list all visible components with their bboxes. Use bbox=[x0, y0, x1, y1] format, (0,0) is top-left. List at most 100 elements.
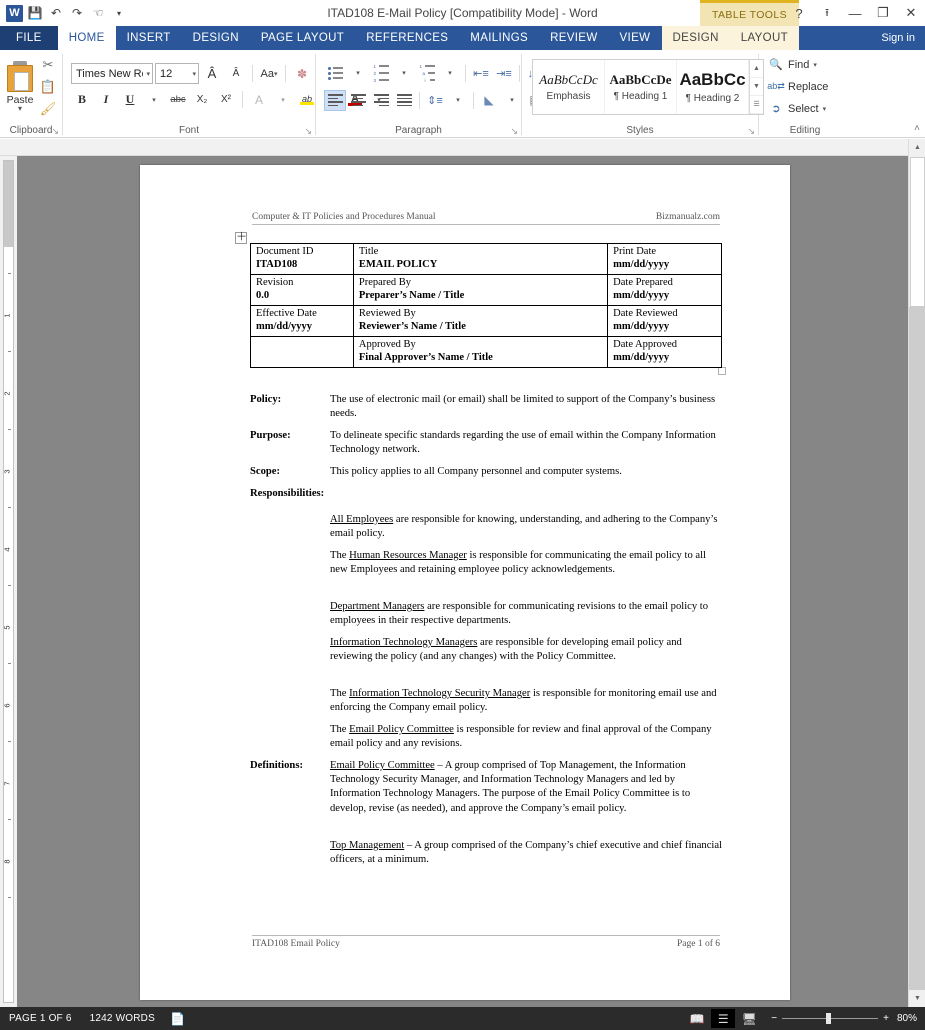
find-button[interactable]: 🔍 Find ▾ bbox=[765, 54, 820, 76]
select-button[interactable]: ➲ Select ▾ bbox=[765, 98, 829, 120]
styles-dialog-launcher[interactable]: ↘ bbox=[747, 124, 755, 139]
table-row[interactable]: Document ID ITAD108 Title EMAIL POLICY P… bbox=[250, 243, 722, 275]
tab-page-layout[interactable]: PAGE LAYOUT bbox=[250, 26, 355, 50]
page-header[interactable]: Computer & IT Policies and Procedures Ma… bbox=[252, 212, 720, 225]
responsibility-item-3[interactable]: Information Technology Managers are resp… bbox=[250, 636, 722, 664]
vertical-scrollbar[interactable]: ▲ ▼ bbox=[908, 139, 925, 1007]
minimize-button[interactable]: — bbox=[841, 0, 869, 26]
find-caret-icon[interactable]: ▾ bbox=[813, 61, 817, 69]
grow-font-icon[interactable]: Â bbox=[201, 63, 223, 85]
table-cell-prepared-by[interactable]: Prepared By Preparer’s Name / Title bbox=[352, 274, 609, 306]
vertical-ruler-band[interactable]: 1 2 3 4 5 6 7 8 bbox=[3, 160, 14, 1003]
clear-formatting-icon[interactable]: ✽ bbox=[291, 63, 313, 85]
font-name-combo[interactable]: Times New Rc ▾ bbox=[71, 63, 153, 84]
subscript-button[interactable]: X₂ bbox=[191, 89, 213, 111]
table-cell-date-prepared[interactable]: Date Prepared mm/dd/yyyy bbox=[607, 274, 722, 306]
decrease-indent-icon[interactable]: ⇤≡ bbox=[470, 62, 492, 84]
responsibility-item-4[interactable]: The Information Technology Security Mana… bbox=[250, 687, 722, 715]
vertical-ruler[interactable]: 1 2 3 4 5 6 7 8 bbox=[0, 156, 17, 1007]
numbered-list-icon[interactable]: 123 bbox=[370, 62, 392, 84]
table-row[interactable]: Revision 0.0 Prepared By Preparer’s Name… bbox=[250, 274, 722, 306]
underline-button[interactable]: U bbox=[119, 89, 141, 111]
restore-button[interactable]: ❐ bbox=[869, 0, 897, 26]
style-item-emphasis[interactable]: AaBbCcDc Emphasis bbox=[533, 59, 605, 114]
responsibility-item-1[interactable]: The Human Resources Manager is responsib… bbox=[250, 549, 722, 577]
justify-icon[interactable] bbox=[393, 90, 415, 111]
table-cell-print-date[interactable]: Print Date mm/dd/yyyy bbox=[607, 243, 722, 275]
font-size-combo[interactable]: 12 ▾ bbox=[155, 63, 199, 84]
read-mode-icon[interactable]: 📖 bbox=[685, 1009, 709, 1028]
cut-icon[interactable]: ✂ bbox=[37, 55, 59, 75]
align-center-icon[interactable] bbox=[347, 90, 369, 111]
web-layout-icon[interactable]: 🖥 bbox=[737, 1009, 761, 1028]
table-cell-empty[interactable] bbox=[250, 336, 354, 368]
tab-home[interactable]: HOME bbox=[57, 26, 116, 50]
tab-references[interactable]: REFERENCES bbox=[355, 26, 459, 50]
numbering-caret-icon[interactable]: ▾ bbox=[393, 62, 415, 84]
help-button[interactable]: ? bbox=[785, 0, 813, 26]
section-definitions[interactable]: Definitions: Email Policy Committee – A … bbox=[250, 759, 722, 816]
zoom-track[interactable] bbox=[782, 1013, 879, 1024]
section-scope[interactable]: Scope: This policy applies to all Compan… bbox=[250, 465, 722, 479]
print-layout-icon[interactable]: ☰ bbox=[711, 1009, 736, 1028]
highlight-color-icon[interactable]: ab bbox=[296, 89, 318, 111]
paste-dropdown-caret-icon[interactable]: ▾ bbox=[18, 105, 22, 113]
strikethrough-button[interactable]: abc bbox=[167, 89, 189, 111]
table-cell-date-reviewed[interactable]: Date Reviewed mm/dd/yyyy bbox=[607, 305, 722, 337]
replace-button[interactable]: ab⇄ Replace bbox=[765, 76, 831, 98]
underline-caret-icon[interactable]: ▾ bbox=[143, 89, 165, 111]
shading-caret-icon[interactable]: ▾ bbox=[501, 89, 523, 111]
sign-in-link[interactable]: Sign in bbox=[881, 26, 921, 50]
responsibility-item-0[interactable]: All Employees are responsible for knowin… bbox=[250, 513, 722, 541]
document-canvas[interactable]: Computer & IT Policies and Procedures Ma… bbox=[17, 156, 908, 1007]
align-right-icon[interactable] bbox=[370, 90, 392, 111]
tab-table-design[interactable]: DESIGN bbox=[662, 26, 730, 50]
style-item-heading-2[interactable]: AaBbCc ¶ Heading 2 bbox=[677, 59, 749, 114]
text-effects-caret-icon[interactable]: ▾ bbox=[272, 89, 294, 111]
tab-table-layout[interactable]: LAYOUT bbox=[730, 26, 799, 50]
shrink-font-icon[interactable]: Â bbox=[225, 63, 247, 85]
style-item-heading-1[interactable]: AaBbCcDе ¶ Heading 1 bbox=[605, 59, 677, 114]
bullet-caret-icon[interactable]: ▾ bbox=[347, 62, 369, 84]
tab-view[interactable]: VIEW bbox=[609, 26, 662, 50]
select-caret-icon[interactable]: ▾ bbox=[823, 105, 827, 113]
table-move-handle-icon[interactable]: ＋ bbox=[235, 232, 247, 244]
shading-icon[interactable]: ◣ bbox=[478, 89, 500, 111]
table-cell-title[interactable]: Title EMAIL POLICY bbox=[352, 243, 609, 275]
tab-file[interactable]: FILE bbox=[0, 26, 58, 50]
responsibility-item-2[interactable]: Department Managers are responsible for … bbox=[250, 600, 722, 628]
bold-button[interactable]: B bbox=[71, 89, 93, 111]
table-cell-revision[interactable]: Revision 0.0 bbox=[250, 274, 354, 306]
clipboard-dialog-launcher[interactable]: ↘ bbox=[51, 124, 59, 139]
document-info-table[interactable]: Document ID ITAD108 Title EMAIL POLICY P… bbox=[250, 243, 722, 368]
line-spacing-caret-icon[interactable]: ▾ bbox=[447, 89, 469, 111]
scroll-up-icon[interactable]: ▲ bbox=[909, 139, 925, 156]
ribbon-display-options-icon[interactable]: ⭱ bbox=[813, 0, 841, 26]
section-policy[interactable]: Policy: The use of electronic mail (or e… bbox=[250, 393, 722, 421]
collapse-ribbon-icon[interactable]: ˄ bbox=[914, 123, 920, 134]
multilevel-caret-icon[interactable]: ▾ bbox=[439, 62, 461, 84]
word-count[interactable]: 1242 WORDS bbox=[81, 1013, 164, 1024]
multilevel-list-icon[interactable]: 1ai bbox=[416, 62, 438, 84]
table-cell-document-id[interactable]: Document ID ITAD108 bbox=[250, 243, 354, 275]
increase-indent-icon[interactable]: ⇥≡ bbox=[493, 62, 515, 84]
text-effects-icon[interactable]: A bbox=[248, 89, 270, 111]
zoom-handle[interactable] bbox=[826, 1013, 832, 1024]
table-resize-handle-icon[interactable] bbox=[718, 367, 726, 375]
page-footer[interactable]: ITAD108 Email Policy Page 1 of 6 bbox=[252, 935, 720, 949]
table-row[interactable]: Effective Date mm/dd/yyyy Reviewed By Re… bbox=[250, 305, 722, 337]
align-left-icon[interactable] bbox=[324, 89, 346, 111]
definition-item-1[interactable]: Top Management – A group comprised of th… bbox=[250, 839, 722, 867]
copy-icon[interactable]: 📋 bbox=[37, 77, 59, 97]
paste-button[interactable]: Paste ▾ bbox=[5, 53, 35, 121]
table-cell-effective-date[interactable]: Effective Date mm/dd/yyyy bbox=[250, 305, 354, 337]
scrollbar-track[interactable] bbox=[909, 307, 925, 990]
proofing-errors-icon[interactable]: 📄 bbox=[164, 1012, 191, 1026]
responsibility-item-5[interactable]: The Email Policy Committee is responsibl… bbox=[250, 723, 722, 751]
scroll-down-icon[interactable]: ▼ bbox=[909, 990, 925, 1007]
close-button[interactable]: ✕ bbox=[897, 0, 925, 26]
format-painter-icon[interactable]: 🖌 bbox=[37, 99, 59, 119]
page-indicator[interactable]: PAGE 1 OF 6 bbox=[0, 1013, 81, 1024]
scrollbar-thumb[interactable] bbox=[910, 157, 925, 307]
table-row[interactable]: Approved By Final Approver’s Name / Titl… bbox=[250, 336, 722, 368]
